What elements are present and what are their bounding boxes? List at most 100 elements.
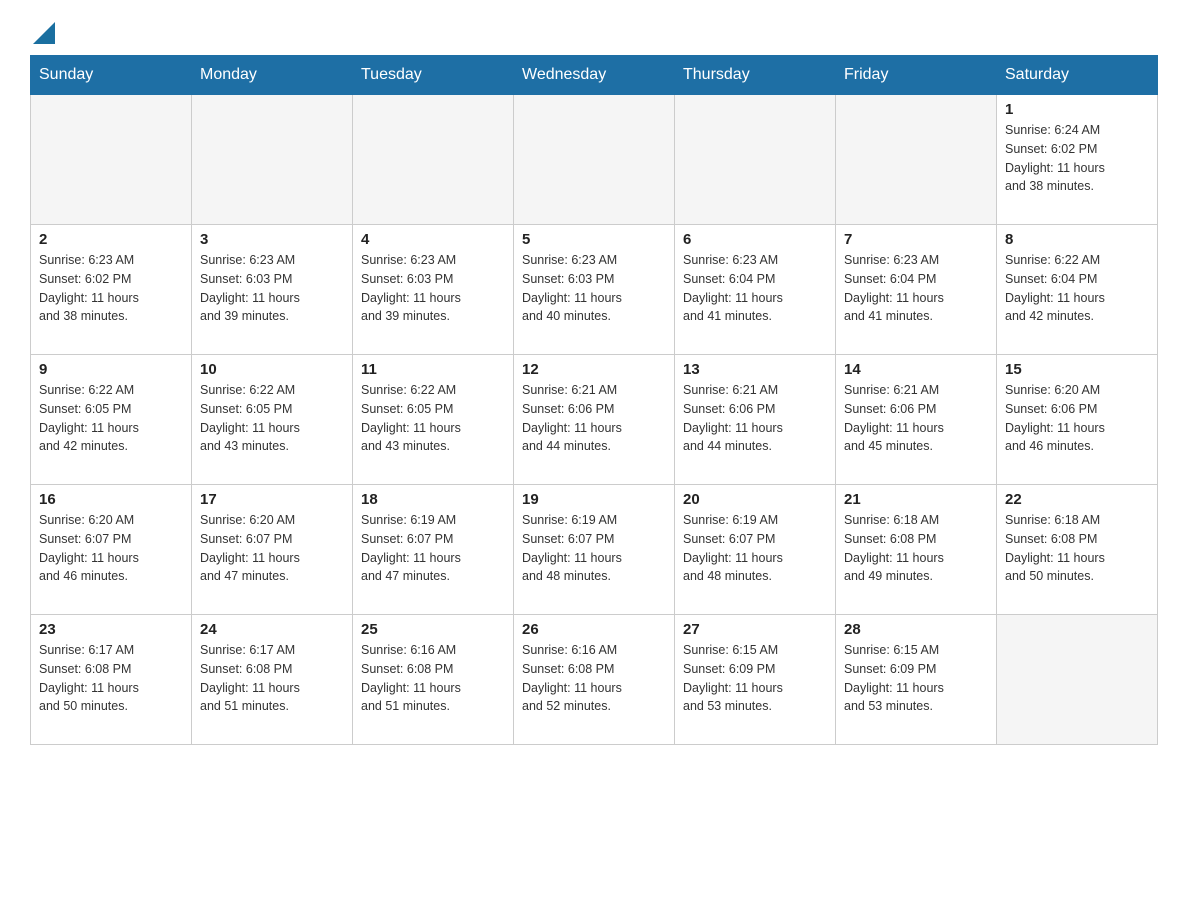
calendar-day-cell: 26 Sunrise: 6:16 AM Sunset: 6:08 PM Dayli… [514, 615, 675, 745]
day-number: 9 [39, 361, 183, 378]
day-info: Sunrise: 6:23 AM Sunset: 6:04 PM Dayligh… [844, 251, 988, 326]
day-number: 6 [683, 231, 827, 248]
day-number: 15 [1005, 361, 1149, 378]
calendar-day-cell: 27 Sunrise: 6:15 AM Sunset: 6:09 PM Dayli… [675, 615, 836, 745]
day-number: 26 [522, 621, 666, 638]
weekday-header-sunday: Sunday [31, 56, 192, 95]
day-info: Sunrise: 6:16 AM Sunset: 6:08 PM Dayligh… [522, 641, 666, 716]
calendar-week-row: 2 Sunrise: 6:23 AM Sunset: 6:02 PM Daylig… [31, 225, 1158, 355]
day-number: 23 [39, 621, 183, 638]
calendar-day-cell: 4 Sunrise: 6:23 AM Sunset: 6:03 PM Daylig… [353, 225, 514, 355]
calendar-day-cell [192, 95, 353, 225]
calendar-day-cell: 10 Sunrise: 6:22 AM Sunset: 6:05 PM Dayli… [192, 355, 353, 485]
day-info: Sunrise: 6:21 AM Sunset: 6:06 PM Dayligh… [844, 381, 988, 456]
calendar-week-row: 9 Sunrise: 6:22 AM Sunset: 6:05 PM Daylig… [31, 355, 1158, 485]
weekday-header-wednesday: Wednesday [514, 56, 675, 95]
calendar-day-cell [997, 615, 1158, 745]
day-number: 11 [361, 361, 505, 378]
day-info: Sunrise: 6:22 AM Sunset: 6:05 PM Dayligh… [361, 381, 505, 456]
calendar-day-cell: 1 Sunrise: 6:24 AM Sunset: 6:02 PM Daylig… [997, 95, 1158, 225]
day-info: Sunrise: 6:21 AM Sunset: 6:06 PM Dayligh… [683, 381, 827, 456]
day-number: 4 [361, 231, 505, 248]
calendar-day-cell: 25 Sunrise: 6:16 AM Sunset: 6:08 PM Dayli… [353, 615, 514, 745]
weekday-header-friday: Friday [836, 56, 997, 95]
day-number: 18 [361, 491, 505, 508]
day-number: 5 [522, 231, 666, 248]
day-info: Sunrise: 6:19 AM Sunset: 6:07 PM Dayligh… [361, 511, 505, 586]
day-number: 25 [361, 621, 505, 638]
day-info: Sunrise: 6:15 AM Sunset: 6:09 PM Dayligh… [683, 641, 827, 716]
day-info: Sunrise: 6:22 AM Sunset: 6:04 PM Dayligh… [1005, 251, 1149, 326]
day-number: 21 [844, 491, 988, 508]
calendar-day-cell: 3Sunrise: 6:23 AM Sunset: 6:03 PM Daylig… [192, 225, 353, 355]
calendar-day-cell: 8 Sunrise: 6:22 AM Sunset: 6:04 PM Daylig… [997, 225, 1158, 355]
calendar-day-cell: 19Sunrise: 6:19 AM Sunset: 6:07 PM Dayli… [514, 485, 675, 615]
day-number: 1 [1005, 101, 1149, 118]
page-header [30, 20, 1158, 45]
day-info: Sunrise: 6:20 AM Sunset: 6:07 PM Dayligh… [39, 511, 183, 586]
weekday-header-monday: Monday [192, 56, 353, 95]
day-info: Sunrise: 6:17 AM Sunset: 6:08 PM Dayligh… [200, 641, 344, 716]
day-number: 22 [1005, 491, 1149, 508]
calendar-day-cell: 28 Sunrise: 6:15 AM Sunset: 6:09 PM Dayli… [836, 615, 997, 745]
day-info: Sunrise: 6:20 AM Sunset: 6:06 PM Dayligh… [1005, 381, 1149, 456]
day-info: Sunrise: 6:21 AM Sunset: 6:06 PM Dayligh… [522, 381, 666, 456]
day-number: 27 [683, 621, 827, 638]
calendar-week-row: 16 Sunrise: 6:20 AM Sunset: 6:07 PM Dayli… [31, 485, 1158, 615]
day-number: 24 [200, 621, 344, 638]
day-number: 3 [200, 231, 344, 248]
day-info: Sunrise: 6:19 AM Sunset: 6:07 PM Dayligh… [683, 511, 827, 586]
calendar-day-cell: 12 Sunrise: 6:21 AM Sunset: 6:06 PM Dayli… [514, 355, 675, 485]
calendar-day-cell: 14 Sunrise: 6:21 AM Sunset: 6:06 PM Dayli… [836, 355, 997, 485]
day-number: 13 [683, 361, 827, 378]
day-info: Sunrise: 6:22 AM Sunset: 6:05 PM Dayligh… [200, 381, 344, 456]
calendar-day-cell: 17Sunrise: 6:20 AM Sunset: 6:07 PM Dayli… [192, 485, 353, 615]
calendar-week-row: 23 Sunrise: 6:17 AM Sunset: 6:08 PM Dayli… [31, 615, 1158, 745]
weekday-header-tuesday: Tuesday [353, 56, 514, 95]
day-number: 2 [39, 231, 183, 248]
calendar-day-cell: 2 Sunrise: 6:23 AM Sunset: 6:02 PM Daylig… [31, 225, 192, 355]
day-info: Sunrise: 6:15 AM Sunset: 6:09 PM Dayligh… [844, 641, 988, 716]
day-info: Sunrise: 6:23 AM Sunset: 6:02 PM Dayligh… [39, 251, 183, 326]
day-info: Sunrise: 6:17 AM Sunset: 6:08 PM Dayligh… [39, 641, 183, 716]
day-info: Sunrise: 6:22 AM Sunset: 6:05 PM Dayligh… [39, 381, 183, 456]
weekday-header-row: SundayMondayTuesdayWednesdayThursdayFrid… [31, 56, 1158, 95]
calendar-table: SundayMondayTuesdayWednesdayThursdayFrid… [30, 55, 1158, 745]
day-number: 20 [683, 491, 827, 508]
day-info: Sunrise: 6:16 AM Sunset: 6:08 PM Dayligh… [361, 641, 505, 716]
calendar-day-cell [514, 95, 675, 225]
weekday-header-saturday: Saturday [997, 56, 1158, 95]
day-info: Sunrise: 6:18 AM Sunset: 6:08 PM Dayligh… [844, 511, 988, 586]
day-info: Sunrise: 6:18 AM Sunset: 6:08 PM Dayligh… [1005, 511, 1149, 586]
day-number: 10 [200, 361, 344, 378]
day-number: 17 [200, 491, 344, 508]
calendar-day-cell: 9 Sunrise: 6:22 AM Sunset: 6:05 PM Daylig… [31, 355, 192, 485]
day-number: 12 [522, 361, 666, 378]
calendar-day-cell: 23 Sunrise: 6:17 AM Sunset: 6:08 PM Dayli… [31, 615, 192, 745]
day-number: 7 [844, 231, 988, 248]
logo-triangle-icon [33, 22, 55, 44]
day-number: 28 [844, 621, 988, 638]
weekday-header-thursday: Thursday [675, 56, 836, 95]
day-number: 16 [39, 491, 183, 508]
day-number: 19 [522, 491, 666, 508]
calendar-day-cell: 7 Sunrise: 6:23 AM Sunset: 6:04 PM Daylig… [836, 225, 997, 355]
day-info: Sunrise: 6:23 AM Sunset: 6:03 PM Dayligh… [361, 251, 505, 326]
day-info: Sunrise: 6:23 AM Sunset: 6:04 PM Dayligh… [683, 251, 827, 326]
logo [30, 20, 55, 45]
calendar-day-cell: 15 Sunrise: 6:20 AM Sunset: 6:06 PM Dayli… [997, 355, 1158, 485]
day-info: Sunrise: 6:24 AM Sunset: 6:02 PM Dayligh… [1005, 121, 1149, 196]
calendar-day-cell: 24 Sunrise: 6:17 AM Sunset: 6:08 PM Dayli… [192, 615, 353, 745]
calendar-day-cell [836, 95, 997, 225]
calendar-day-cell: 22 Sunrise: 6:18 AM Sunset: 6:08 PM Dayli… [997, 485, 1158, 615]
calendar-day-cell: 5 Sunrise: 6:23 AM Sunset: 6:03 PM Daylig… [514, 225, 675, 355]
calendar-day-cell [353, 95, 514, 225]
day-info: Sunrise: 6:23 AM Sunset: 6:03 PM Dayligh… [522, 251, 666, 326]
calendar-day-cell: 18 Sunrise: 6:19 AM Sunset: 6:07 PM Dayli… [353, 485, 514, 615]
day-number: 8 [1005, 231, 1149, 248]
day-number: 14 [844, 361, 988, 378]
calendar-day-cell: 16 Sunrise: 6:20 AM Sunset: 6:07 PM Dayli… [31, 485, 192, 615]
calendar-day-cell: 21 Sunrise: 6:18 AM Sunset: 6:08 PM Dayli… [836, 485, 997, 615]
calendar-day-cell: 13 Sunrise: 6:21 AM Sunset: 6:06 PM Dayli… [675, 355, 836, 485]
calendar-day-cell: 6 Sunrise: 6:23 AM Sunset: 6:04 PM Daylig… [675, 225, 836, 355]
